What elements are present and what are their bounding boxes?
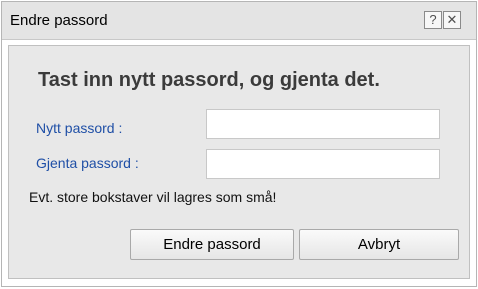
dialog-titlebar: Endre passord ? ✕ xyxy=(2,2,476,40)
help-icon[interactable]: ? xyxy=(424,11,442,29)
new-password-label: Nytt passord : xyxy=(36,120,123,136)
dialog-heading: Tast inn nytt passord, og gjenta det. xyxy=(38,69,380,91)
dialog-title: Endre passord xyxy=(10,12,108,29)
close-icon[interactable]: ✕ xyxy=(443,11,461,29)
lowercase-note: Evt. store bokstaver vil lagres som små! xyxy=(29,189,277,205)
repeat-password-label: Gjenta passord : xyxy=(36,155,139,171)
cancel-button[interactable]: Avbryt xyxy=(299,229,459,260)
repeat-password-field[interactable] xyxy=(206,149,440,179)
change-password-button[interactable]: Endre passord xyxy=(130,229,294,260)
change-password-dialog: Endre passord ? ✕ Tast inn nytt passord,… xyxy=(1,1,477,287)
new-password-field[interactable] xyxy=(206,109,440,139)
dialog-body: Tast inn nytt passord, og gjenta det. Ny… xyxy=(8,45,470,279)
